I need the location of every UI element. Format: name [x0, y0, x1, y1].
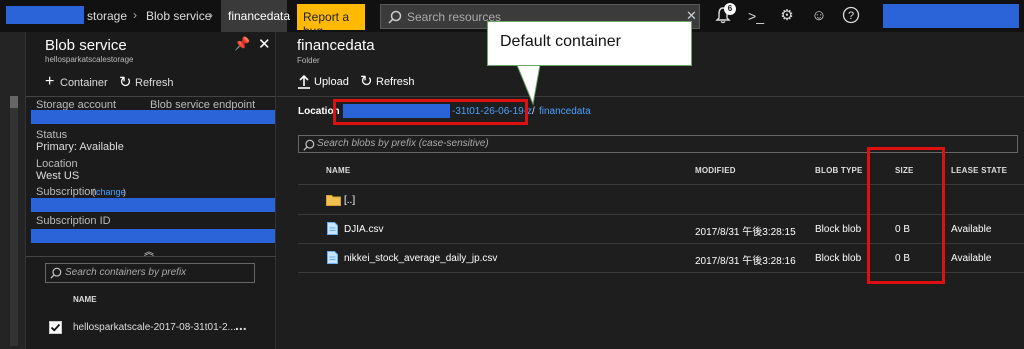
redacted-user-account[interactable]	[883, 4, 1019, 28]
subscription-change-paren: (	[92, 187, 95, 197]
callout-text: Default container	[500, 33, 621, 50]
help-icon[interactable]: ?	[841, 6, 861, 26]
column-header-lease-state[interactable]: LEASE STATE	[951, 166, 1007, 175]
redacted-account	[6, 6, 84, 24]
blob-service-title: Blob service	[45, 37, 127, 54]
plus-icon: +	[45, 73, 55, 90]
refresh-blobs-button[interactable]: ↻ Refresh	[360, 73, 420, 91]
redacted-storage-account	[31, 110, 275, 124]
status-label: Status	[36, 129, 68, 141]
scrollbar-track[interactable]	[10, 96, 18, 346]
file-icon	[327, 251, 338, 264]
subscription-change-paren: )	[123, 187, 126, 197]
row-lease-state: Available	[951, 224, 992, 235]
pin-icon[interactable]: 📌	[234, 36, 250, 52]
size-column-highlight	[867, 147, 945, 284]
subscription-change-link[interactable]: change	[96, 187, 126, 197]
refresh-icon: ↻	[119, 74, 132, 91]
breadcrumb-financedata[interactable]: financedata	[221, 0, 290, 32]
status-value: Primary: Available	[36, 141, 124, 153]
upload-icon	[298, 74, 310, 89]
redacted-subscription	[31, 198, 275, 212]
notification-count-badge: 6	[724, 3, 736, 15]
financedata-path-link[interactable]: financedata	[539, 106, 591, 117]
column-header-blob-type[interactable]: BLOB TYPE	[815, 166, 863, 175]
container-checkbox[interactable]	[49, 321, 62, 334]
refresh-label: Refresh	[135, 77, 174, 89]
search-containers-input[interactable]: Search containers by prefix	[45, 263, 255, 283]
smiley-feedback-icon[interactable]: ☺	[809, 6, 829, 26]
blob-service-blade: Blob service hellosparkatscalestorage 📌 …	[26, 32, 276, 349]
search-blobs-placeholder: Search blobs by prefix (case-sensitive)	[317, 138, 489, 149]
breadcrumb-separator: ›	[209, 8, 213, 22]
svg-text:?: ?	[848, 10, 854, 22]
divider	[277, 96, 1024, 97]
callout-pointer	[516, 64, 541, 106]
column-header-name[interactable]: NAME	[326, 166, 350, 175]
divider	[26, 256, 276, 257]
container-more-menu[interactable]: ...	[235, 317, 247, 333]
scrollbar-thumb[interactable]	[10, 96, 18, 108]
location-label: Location	[36, 158, 78, 170]
column-header-modified[interactable]: MODIFIED	[695, 166, 736, 175]
collapsed-blade-strip	[0, 32, 26, 349]
path-separator: /	[532, 106, 535, 117]
cloud-shell-icon[interactable]: >_	[746, 6, 766, 26]
search-icon	[50, 267, 62, 279]
row-blob-type: Block blob	[815, 253, 862, 264]
container-name: hellosparkatscale-2017-08-31t01-2...	[73, 322, 236, 333]
default-container-callout: Default container	[487, 21, 692, 66]
add-container-label: Container	[60, 77, 108, 89]
breadcrumb-separator: ›	[133, 8, 137, 22]
storage-account-subtitle: hellosparkatscalestorage	[45, 55, 134, 64]
close-icon[interactable]: ✕	[258, 35, 271, 53]
search-icon	[303, 139, 315, 151]
subscription-id-label: Subscription ID	[36, 215, 111, 227]
row-name: nikkei_stock_average_daily_jp.csv	[344, 253, 498, 264]
row-name: DJIA.csv	[344, 224, 384, 235]
subscription-label: Subscription	[36, 186, 97, 198]
breadcrumb-blob-service[interactable]: Blob service	[146, 9, 211, 23]
file-icon	[327, 222, 338, 235]
row-modified: 2017/8/31 午後3:28:15	[695, 227, 796, 238]
row-lease-state: Available	[951, 253, 992, 264]
search-containers-placeholder: Search containers by prefix	[65, 267, 187, 278]
container-row[interactable]: hellosparkatscale-2017-08-31t01-2... ...	[45, 317, 255, 341]
breadcrumb-storage[interactable]: storage	[87, 9, 127, 23]
report-bug-button[interactable]: Report a bug	[297, 4, 365, 38]
default-container-highlight	[333, 99, 528, 125]
refresh-blobs-label: Refresh	[376, 76, 415, 88]
row-modified: 2017/8/31 午後3:28:16	[695, 256, 796, 267]
row-name: [..]	[344, 195, 356, 206]
upload-label: Upload	[314, 76, 349, 88]
financedata-title: financedata	[297, 37, 375, 54]
redacted-subscription-id	[31, 229, 275, 243]
upload-button[interactable]: Upload	[297, 73, 357, 91]
folder-icon	[326, 195, 341, 206]
folder-subtitle: Folder	[297, 56, 320, 65]
gear-icon[interactable]: ⚙	[777, 6, 797, 26]
row-blob-type: Block blob	[815, 224, 862, 235]
location-value: West US	[36, 170, 80, 182]
divider	[26, 96, 276, 97]
refresh-icon: ↻	[360, 73, 373, 90]
container-name-header: NAME	[73, 295, 97, 304]
search-icon	[388, 10, 402, 24]
